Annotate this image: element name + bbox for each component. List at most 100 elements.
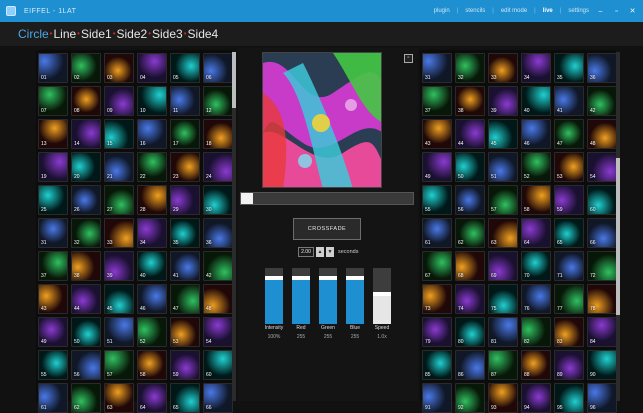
right-clip-tile[interactable]: 90	[587, 350, 617, 380]
right-clip-tile[interactable]: 81	[488, 317, 518, 347]
right-clip-tile[interactable]: 53	[554, 152, 584, 182]
left-clip-tile[interactable]: 32	[71, 218, 101, 248]
left-clip-tile[interactable]: 33	[104, 218, 134, 248]
right-clip-tile[interactable]: 62	[455, 218, 485, 248]
left-clip-tile[interactable]: 60	[203, 350, 233, 380]
left-clip-tile[interactable]: 21	[104, 152, 134, 182]
menu-plugin[interactable]: plugin	[434, 8, 450, 14]
right-library-scrollbar[interactable]	[616, 52, 620, 401]
left-clip-tile[interactable]: 59	[170, 350, 200, 380]
right-clip-tile[interactable]: 59	[554, 185, 584, 215]
close-icon[interactable]: ✕	[628, 7, 637, 15]
right-clip-tile[interactable]: 67	[422, 251, 452, 281]
right-clip-tile[interactable]: 50	[455, 152, 485, 182]
right-clip-tile[interactable]: 69	[488, 251, 518, 281]
left-clip-tile[interactable]: 19	[38, 152, 68, 182]
right-clip-tile[interactable]: 89	[554, 350, 584, 380]
right-clip-tile[interactable]: 61	[422, 218, 452, 248]
right-clip-tile[interactable]: 74	[455, 284, 485, 314]
tab-side2[interactable]: Side2	[117, 27, 148, 41]
left-clip-tile[interactable]: 47	[170, 284, 200, 314]
left-clip-tile[interactable]: 14	[71, 119, 101, 149]
right-clip-tile[interactable]: 56	[455, 185, 485, 215]
tab-side3[interactable]: Side3	[152, 27, 183, 41]
right-clip-tile[interactable]: 33	[488, 53, 518, 83]
left-clip-tile[interactable]: 31	[38, 218, 68, 248]
right-clip-tile[interactable]: 79	[422, 317, 452, 347]
duration-down-button[interactable]: ▼	[326, 246, 334, 257]
right-clip-tile[interactable]: 82	[521, 317, 551, 347]
left-clip-tile[interactable]: 30	[203, 185, 233, 215]
tab-circle[interactable]: Circle	[18, 27, 49, 41]
right-clip-tile[interactable]: 91	[422, 383, 452, 413]
right-clip-tile[interactable]: 42	[587, 86, 617, 116]
right-clip-tile[interactable]: 49	[422, 152, 452, 182]
left-clip-tile[interactable]: 48	[203, 284, 233, 314]
left-clip-tile[interactable]: 64	[137, 383, 167, 413]
menu-live[interactable]: live	[543, 8, 553, 14]
right-clip-tile[interactable]: 87	[488, 350, 518, 380]
left-clip-tile[interactable]: 40	[137, 251, 167, 281]
menu-edit-mode[interactable]: edit mode	[501, 8, 527, 14]
right-clip-tile[interactable]: 73	[422, 284, 452, 314]
left-clip-tile[interactable]: 27	[104, 185, 134, 215]
right-clip-tile[interactable]: 37	[422, 86, 452, 116]
left-clip-tile[interactable]: 03	[104, 53, 134, 83]
left-clip-tile[interactable]: 61	[38, 383, 68, 413]
left-clip-tile[interactable]: 58	[137, 350, 167, 380]
right-clip-tile[interactable]: 44	[455, 119, 485, 149]
left-clip-tile[interactable]: 39	[104, 251, 134, 281]
right-clip-tile[interactable]: 63	[488, 218, 518, 248]
left-clip-tile[interactable]: 63	[104, 383, 134, 413]
right-clip-tile[interactable]: 43	[422, 119, 452, 149]
right-clip-tile[interactable]: 65	[554, 218, 584, 248]
right-clip-tile[interactable]: 75	[488, 284, 518, 314]
left-clip-tile[interactable]: 44	[71, 284, 101, 314]
left-clip-tile[interactable]: 50	[71, 317, 101, 347]
left-clip-tile[interactable]: 17	[170, 119, 200, 149]
left-clip-tile[interactable]: 05	[170, 53, 200, 83]
right-clip-tile[interactable]: 78	[587, 284, 617, 314]
slider-handle[interactable]	[319, 276, 337, 280]
preview-toggle-button[interactable]: ▫	[404, 54, 413, 63]
right-clip-tile[interactable]: 93	[488, 383, 518, 413]
right-clip-tile[interactable]: 88	[521, 350, 551, 380]
left-clip-tile[interactable]: 65	[170, 383, 200, 413]
left-clip-tile[interactable]: 23	[170, 152, 200, 182]
right-clip-tile[interactable]: 34	[521, 53, 551, 83]
restore-icon[interactable]: ▫	[612, 8, 621, 15]
left-clip-tile[interactable]: 57	[104, 350, 134, 380]
red-slider[interactable]	[292, 268, 310, 324]
right-clip-tile[interactable]: 95	[554, 383, 584, 413]
left-clip-tile[interactable]: 38	[71, 251, 101, 281]
left-clip-tile[interactable]: 34	[137, 218, 167, 248]
right-clip-tile[interactable]: 40	[521, 86, 551, 116]
left-clip-tile[interactable]: 02	[71, 53, 101, 83]
left-clip-tile[interactable]: 62	[71, 383, 101, 413]
speed-slider[interactable]	[373, 268, 391, 324]
duration-up-button[interactable]: ▲	[316, 246, 324, 257]
right-clip-tile[interactable]: 84	[587, 317, 617, 347]
left-scroll-thumb[interactable]	[232, 52, 236, 108]
left-library-scrollbar[interactable]	[232, 52, 236, 401]
left-clip-tile[interactable]: 28	[137, 185, 167, 215]
left-clip-tile[interactable]: 56	[71, 350, 101, 380]
blue-slider[interactable]	[346, 268, 364, 324]
left-clip-tile[interactable]: 15	[104, 119, 134, 149]
slider-handle[interactable]	[292, 276, 310, 280]
left-clip-tile[interactable]: 25	[38, 185, 68, 215]
left-clip-tile[interactable]: 01	[38, 53, 68, 83]
right-clip-tile[interactable]: 41	[554, 86, 584, 116]
right-clip-tile[interactable]: 83	[554, 317, 584, 347]
slider-handle[interactable]	[346, 276, 364, 280]
right-clip-tile[interactable]: 36	[587, 53, 617, 83]
right-clip-tile[interactable]: 47	[554, 119, 584, 149]
left-clip-tile[interactable]: 41	[170, 251, 200, 281]
left-clip-tile[interactable]: 51	[104, 317, 134, 347]
left-clip-tile[interactable]: 11	[170, 86, 200, 116]
right-clip-tile[interactable]: 31	[422, 53, 452, 83]
right-clip-tile[interactable]: 86	[455, 350, 485, 380]
right-scroll-thumb[interactable]	[616, 158, 620, 315]
left-clip-tile[interactable]: 37	[38, 251, 68, 281]
right-clip-tile[interactable]: 68	[455, 251, 485, 281]
